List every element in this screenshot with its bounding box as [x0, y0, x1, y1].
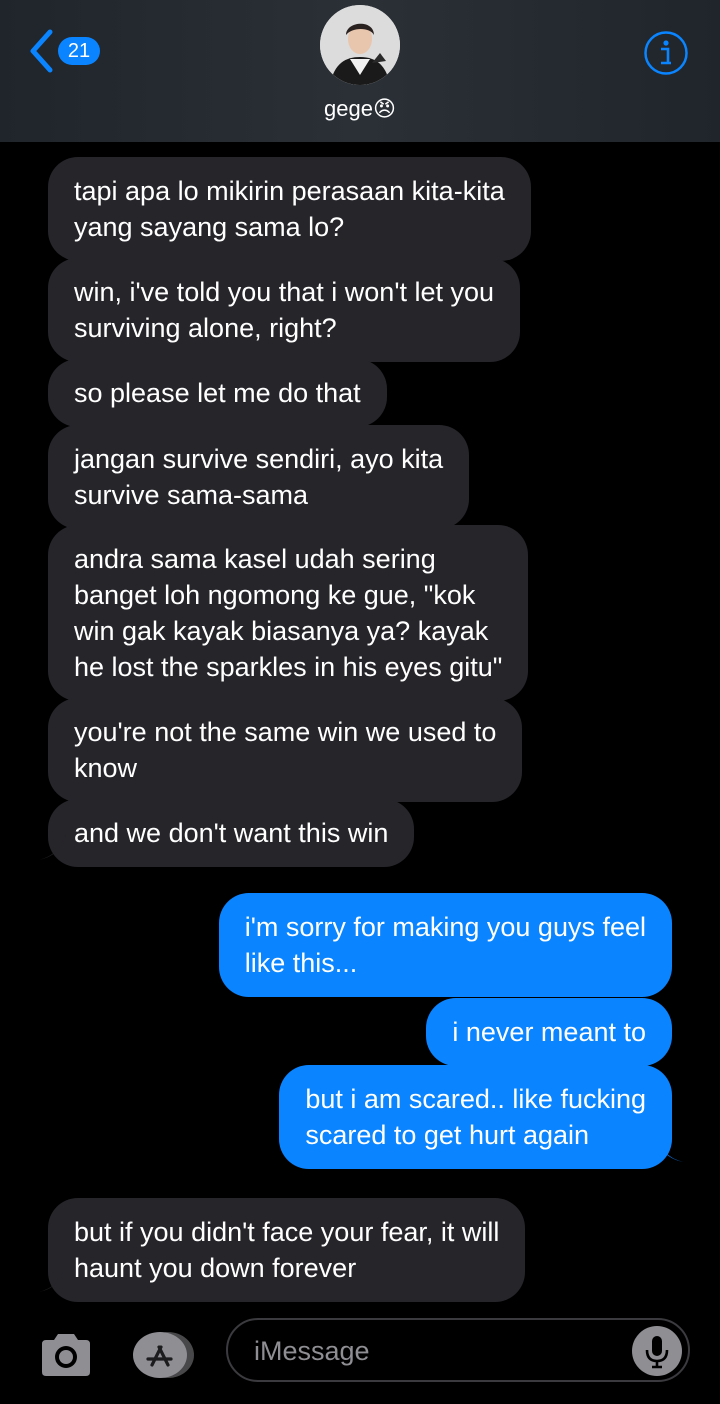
outgoing-message[interactable]: but i am scared.. like fucking scared to… [279, 1065, 672, 1169]
app-store-icon[interactable] [130, 1330, 196, 1380]
camera-icon[interactable] [38, 1330, 94, 1378]
message-input[interactable] [254, 1332, 634, 1370]
incoming-message[interactable]: but if you didn't face your fear, it wil… [48, 1198, 526, 1302]
bubble-tail [38, 1266, 66, 1292]
incoming-message[interactable]: win, i've told you that i won't let you … [48, 258, 521, 362]
contact-name[interactable]: gege😠 [0, 96, 720, 122]
outgoing-message[interactable]: i'm sorry for making you guys feel like … [218, 893, 672, 997]
incoming-message[interactable]: you're not the same win we used to know [48, 698, 523, 802]
incoming-message[interactable]: jangan survive sendiri, ayo kita survive… [48, 425, 470, 529]
contact-avatar[interactable] [320, 5, 400, 85]
incoming-message[interactable]: andra sama kasel udah sering banget loh … [48, 525, 529, 701]
back-button[interactable]: 21 [28, 28, 108, 74]
imessage-input-field[interactable] [226, 1318, 690, 1382]
incoming-message[interactable]: so please let me do that [48, 359, 387, 427]
dictation-button[interactable] [632, 1326, 682, 1376]
outgoing-message[interactable]: i never meant to [426, 998, 672, 1066]
incoming-message[interactable]: tapi apa lo mikirin perasaan kita-kita y… [48, 157, 531, 261]
bubble-tail [38, 834, 66, 860]
info-icon[interactable] [643, 30, 689, 76]
message-composer [0, 1304, 720, 1404]
unread-count-badge: 21 [58, 37, 100, 65]
chevron-left-icon [30, 29, 53, 73]
conversation-header: 21 gege😠 [0, 0, 720, 142]
bubble-tail [656, 1136, 684, 1162]
microphone-icon [645, 1336, 669, 1369]
incoming-message[interactable]: and we don't want this win [48, 799, 415, 867]
